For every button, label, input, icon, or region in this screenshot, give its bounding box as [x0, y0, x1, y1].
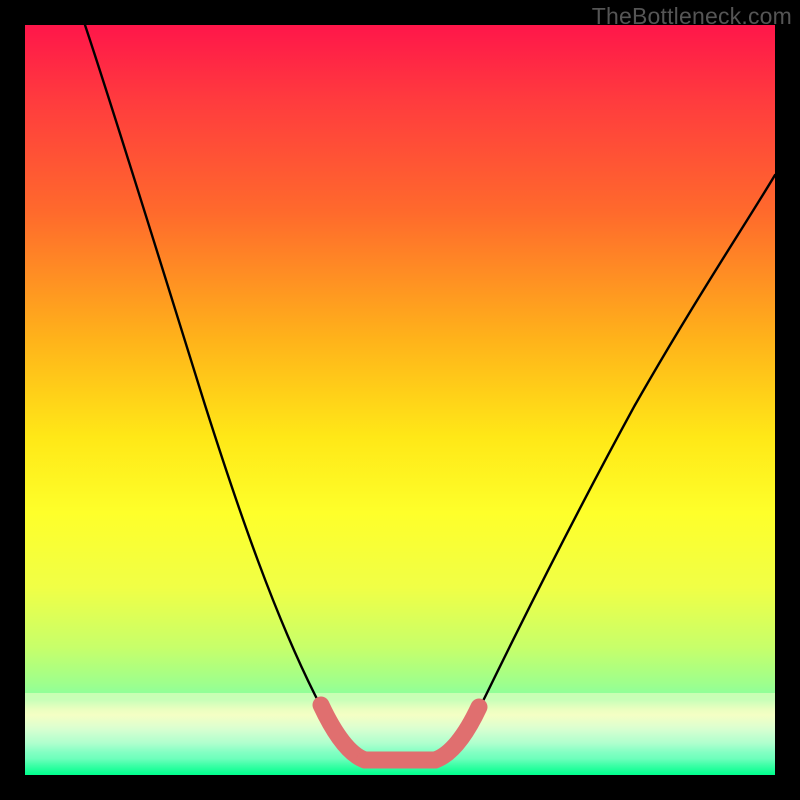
bottleneck-curve-path: [85, 25, 775, 759]
watermark-text: TheBottleneck.com: [592, 3, 792, 30]
optimal-region-left-stroke: [321, 705, 365, 760]
chart-frame: TheBottleneck.com: [0, 0, 800, 800]
chart-plot-area: [25, 25, 775, 775]
bottleneck-curve-svg: [25, 25, 775, 775]
optimal-region-right-stroke: [435, 707, 479, 760]
